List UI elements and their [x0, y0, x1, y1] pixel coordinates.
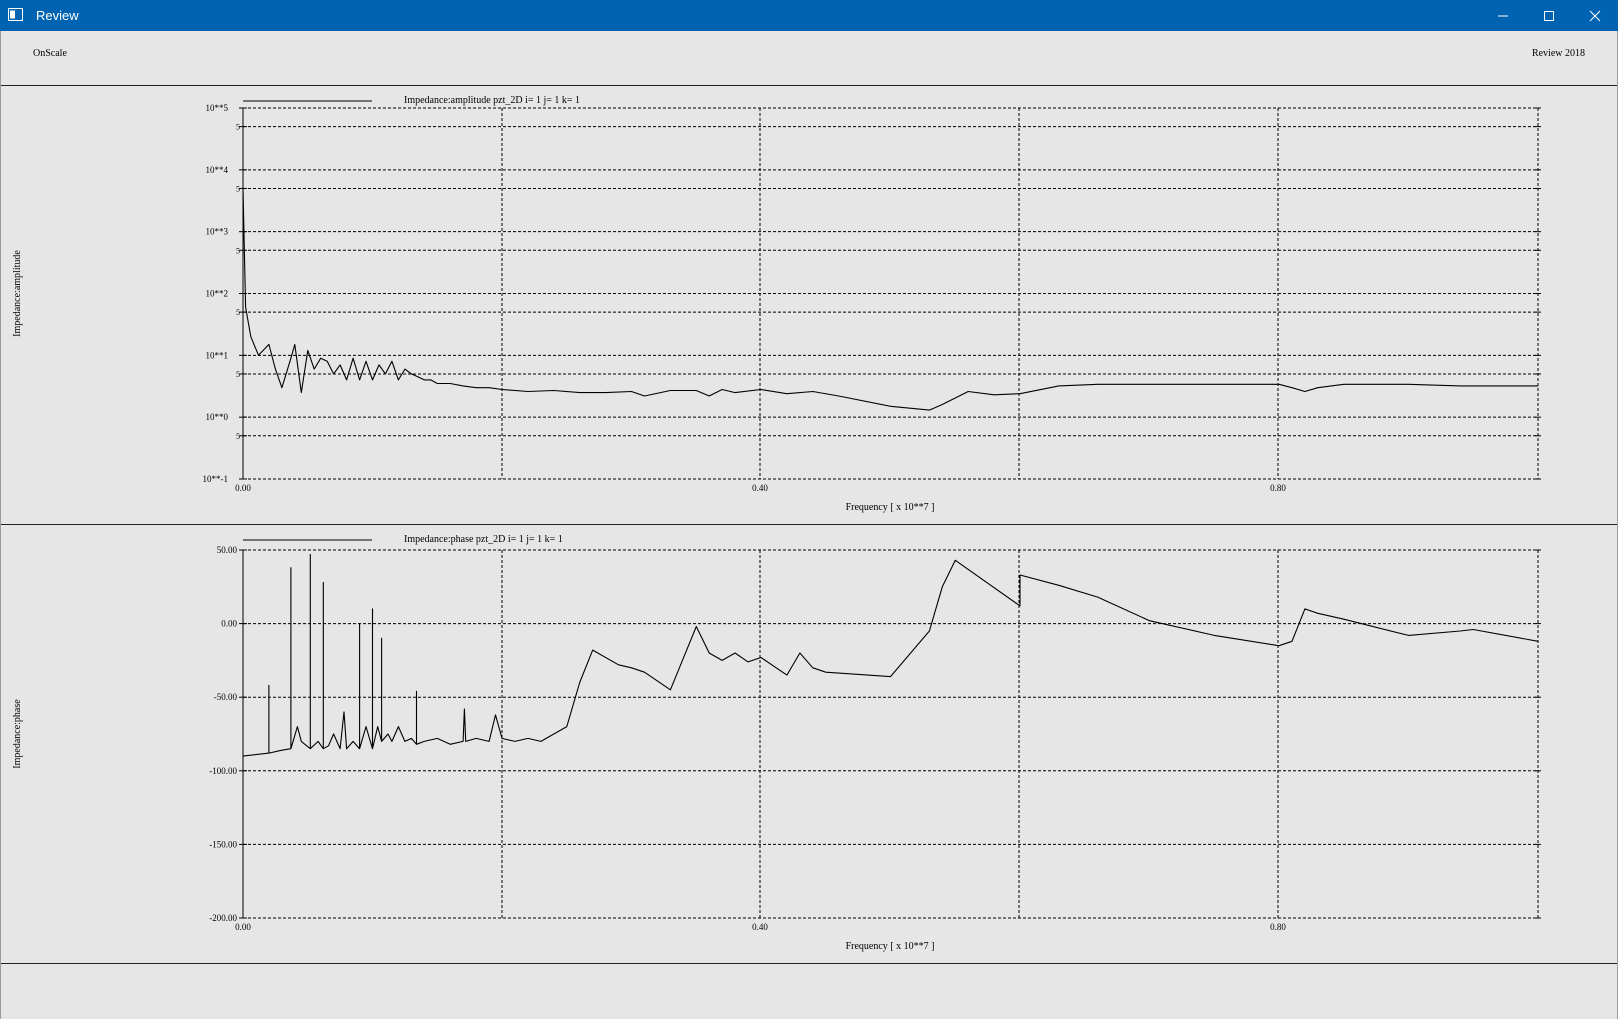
x-tick-label: 0.40	[752, 922, 768, 932]
minimize-icon	[1498, 15, 1508, 16]
y-minor-tick-label: 5	[236, 246, 240, 255]
y-minor-tick-label: 5	[236, 123, 240, 132]
x-tick-label: 0.80	[1270, 922, 1286, 932]
phase-chart: 0.00 0.40 0.80 Frequency [ x 10**7 ] Impedan…	[12, 534, 1541, 952]
y-tick-label: -200.00	[209, 913, 237, 923]
x-axis-label: Frequency [ x 10**7 ]	[846, 502, 935, 513]
chart-title: Impedance:phase pzt_2D i= 1 j= 1 k= 1	[404, 534, 563, 545]
y-tick-label: -150.00	[209, 839, 237, 849]
header-bar: OnScale Review 2018	[0, 31, 1618, 86]
brand-label: OnScale	[33, 48, 67, 59]
y-axis-label: Impedance:amplitude	[12, 250, 23, 337]
amplitude-plot-panel: 0.00 0.40 0.80 Frequency [ x 10**7 ] Impedan…	[0, 86, 1618, 525]
window-frame-left	[0, 31, 1, 1019]
x-tick-label: 0.00	[235, 483, 251, 493]
y-minor-tick-label: 5	[236, 184, 240, 193]
close-icon	[1589, 10, 1601, 21]
y-tick-label: 10**3	[206, 227, 229, 237]
y-tick-label: 10**2	[206, 289, 229, 299]
y-tick-label: 10**1	[206, 350, 229, 360]
y-axis-label: Impedance:phase	[12, 699, 23, 769]
close-button[interactable]	[1572, 0, 1618, 31]
y-tick-label: 10**0	[206, 412, 229, 422]
phase-plot-panel: 0.00 0.40 0.80 Frequency [ x 10**7 ] Impedan…	[0, 525, 1618, 964]
window-title: Review	[36, 8, 79, 23]
x-tick-label: 0.40	[752, 483, 768, 493]
y-tick-label: 10**5	[206, 103, 229, 113]
y-tick-label: -100.00	[209, 766, 237, 776]
maximize-button[interactable]	[1526, 0, 1572, 31]
maximize-icon	[1544, 10, 1554, 21]
y-minor-tick-label: 5	[236, 370, 240, 379]
y-tick-label: -50.00	[214, 692, 238, 702]
y-minor-tick-label: 5	[236, 308, 240, 317]
x-tick-label: 0.80	[1270, 483, 1286, 493]
y-tick-label: 10**4	[206, 165, 229, 175]
status-bar	[0, 964, 1618, 1019]
minimize-button[interactable]	[1480, 0, 1526, 31]
series-line	[242, 553, 1539, 757]
app-icon	[8, 8, 23, 21]
x-tick-label: 0.00	[235, 922, 251, 932]
y-tick-label: 0.00	[221, 619, 237, 629]
x-axis-label: Frequency [ x 10**7 ]	[846, 941, 935, 952]
y-tick-label: 10**-1	[203, 474, 229, 484]
version-label: Review 2018	[1531, 48, 1585, 59]
y-minor-tick-label: 5	[236, 432, 240, 441]
chart-title: Impedance:amplitude pzt_2D i= 1 j= 1 k= …	[404, 95, 580, 106]
y-tick-label: 50.00	[217, 545, 238, 555]
series-line	[242, 188, 1538, 411]
title-bar: Review	[0, 0, 1618, 31]
amplitude-chart: 0.00 0.40 0.80 Frequency [ x 10**7 ] Impedan…	[12, 95, 1541, 513]
